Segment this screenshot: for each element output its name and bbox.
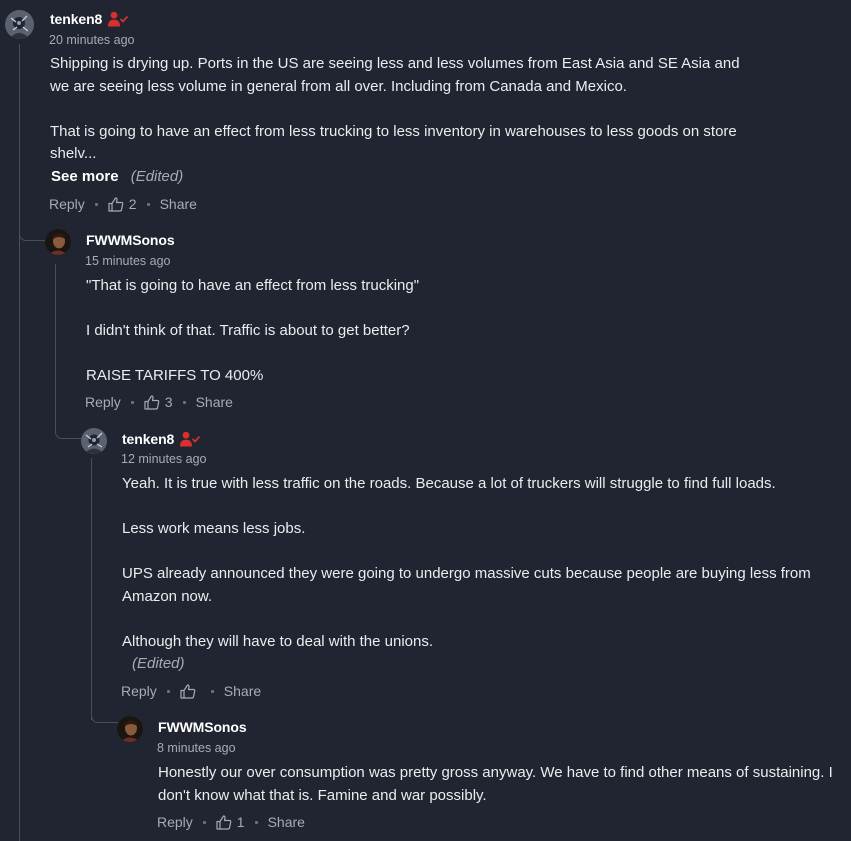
share-button[interactable]: Share bbox=[160, 196, 197, 212]
thread-line bbox=[55, 264, 56, 434]
see-more-link[interactable]: See more bbox=[50, 168, 119, 185]
separator-dot bbox=[94, 202, 98, 206]
reply-connector bbox=[55, 424, 82, 439]
like-button[interactable]: 1 bbox=[216, 814, 245, 830]
thumbs-up-icon bbox=[144, 394, 160, 410]
reply-connector bbox=[91, 708, 118, 723]
avatar[interactable] bbox=[117, 716, 143, 742]
separator-dot bbox=[146, 202, 150, 206]
user-check-icon bbox=[180, 431, 201, 447]
author-name[interactable]: FWWMSonos bbox=[86, 232, 175, 248]
edited-label: (Edited) bbox=[132, 655, 185, 672]
thumbs-up-icon bbox=[180, 683, 196, 699]
reply-button[interactable]: Reply bbox=[85, 394, 121, 410]
comment-body: Yeah. It is true with less traffic on th… bbox=[122, 473, 827, 676]
timestamp: 15 minutes ago bbox=[85, 254, 171, 268]
author-name[interactable]: FWWMSonos bbox=[158, 719, 247, 735]
comment-paragraph: RAISE TARIFFS TO 400% bbox=[86, 367, 264, 384]
thread-line bbox=[19, 44, 20, 841]
user-check-icon bbox=[108, 11, 129, 27]
comment-body: Honestly our over consumption was pretty… bbox=[158, 762, 848, 807]
author-name[interactable]: tenken8 bbox=[122, 431, 174, 447]
comment-actions: Reply Share bbox=[121, 681, 261, 701]
comment-body: Shipping is drying up. Ports in the US a… bbox=[50, 53, 750, 188]
timestamp: 8 minutes ago bbox=[157, 741, 236, 755]
reply-button[interactable]: Reply bbox=[121, 683, 157, 699]
comment-actions: Reply 3 Share bbox=[85, 392, 233, 412]
comment-paragraph: Shipping is drying up. Ports in the US a… bbox=[50, 55, 740, 95]
timestamp: 12 minutes ago bbox=[121, 452, 207, 466]
reply-button[interactable]: Reply bbox=[157, 814, 193, 830]
comment-actions: Reply 2 Share bbox=[49, 194, 197, 214]
comment-paragraph: That is going to have an effect from les… bbox=[50, 122, 737, 163]
separator-dot bbox=[130, 400, 134, 404]
like-count: 2 bbox=[128, 196, 137, 212]
timestamp: 20 minutes ago bbox=[49, 33, 135, 47]
comment-paragraph: Although they will have to deal with the… bbox=[122, 632, 434, 650]
comment-paragraph: Honestly our over consumption was pretty… bbox=[158, 764, 833, 804]
edited-label: (Edited) bbox=[130, 167, 184, 185]
share-button[interactable]: Share bbox=[268, 814, 305, 830]
share-button[interactable]: Share bbox=[224, 683, 261, 699]
thumbs-up-icon bbox=[216, 814, 232, 830]
like-button[interactable]: 3 bbox=[144, 394, 173, 410]
separator-dot bbox=[166, 689, 170, 693]
share-button[interactable]: Share bbox=[196, 394, 233, 410]
like-count: 1 bbox=[236, 814, 245, 830]
separator-dot bbox=[254, 820, 258, 824]
avatar[interactable] bbox=[5, 10, 34, 39]
author-name[interactable]: tenken8 bbox=[50, 11, 102, 27]
avatar[interactable] bbox=[81, 428, 107, 454]
comment-actions: Reply 1 Share bbox=[157, 812, 305, 832]
separator-dot bbox=[182, 400, 186, 404]
separator-dot bbox=[202, 820, 206, 824]
comment-paragraph: "That is going to have an effect from le… bbox=[86, 277, 420, 294]
like-count: 3 bbox=[164, 394, 173, 410]
comment-paragraph: UPS already announced they were going to… bbox=[122, 565, 811, 605]
thumbs-up-icon bbox=[108, 196, 124, 212]
thread-line bbox=[91, 458, 92, 720]
separator-dot bbox=[210, 689, 214, 693]
reply-button[interactable]: Reply bbox=[49, 196, 85, 212]
reply-connector bbox=[19, 226, 46, 241]
comment-paragraph: Yeah. It is true with less traffic on th… bbox=[122, 475, 776, 492]
comment-paragraph: I didn't think of that. Traffic is about… bbox=[86, 322, 410, 339]
like-button[interactable]: 2 bbox=[108, 196, 137, 212]
comment-paragraph: Less work means less jobs. bbox=[122, 520, 306, 537]
avatar[interactable] bbox=[45, 229, 71, 255]
comment-body: "That is going to have an effect from le… bbox=[86, 275, 786, 388]
like-button[interactable] bbox=[180, 683, 201, 699]
